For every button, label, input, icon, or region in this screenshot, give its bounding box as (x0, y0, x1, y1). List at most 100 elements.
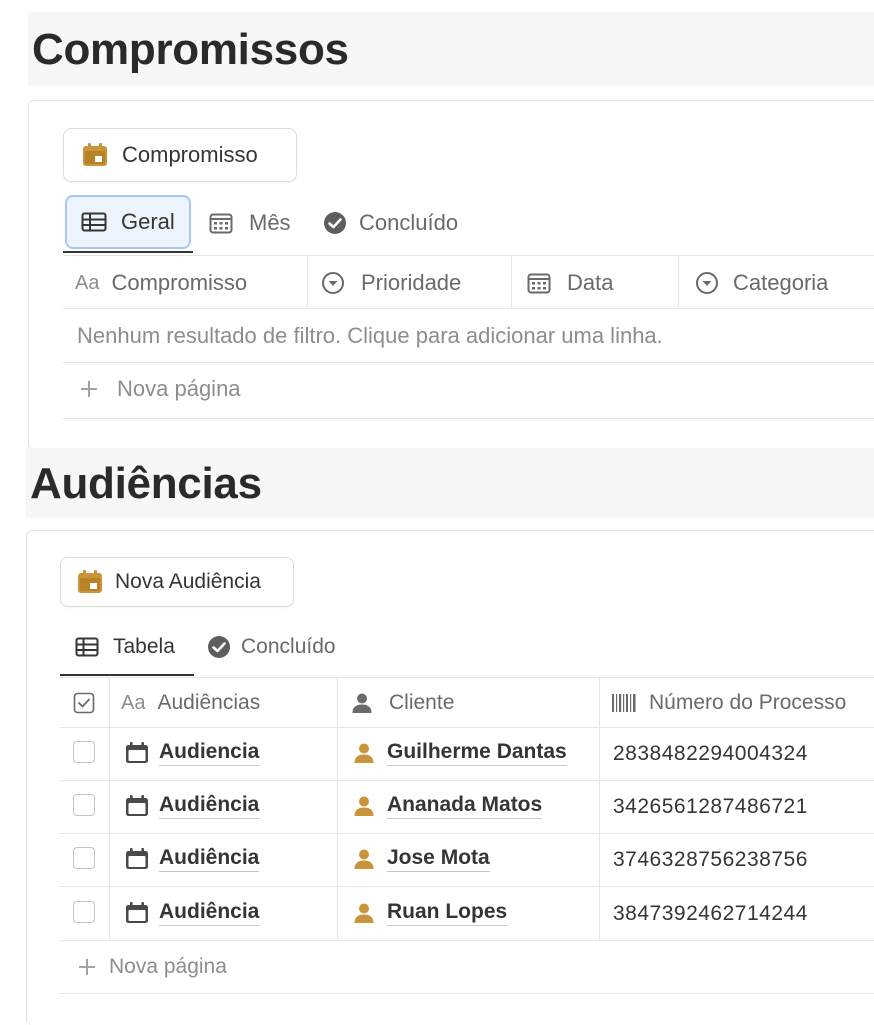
tab-concluido[interactable]: Concluído (207, 627, 336, 667)
tab-mes[interactable]: Mês (209, 201, 291, 245)
table-icon (81, 212, 107, 232)
row-checkbox[interactable] (73, 794, 95, 816)
column-header-data[interactable]: Data (527, 257, 613, 309)
new-compromisso-label: Compromisso (122, 142, 258, 167)
header-bottom-border (60, 727, 874, 728)
column-header-label: Categoria (733, 270, 829, 295)
table-row-title[interactable]: Audiência (125, 900, 260, 926)
table-top-border (60, 677, 874, 678)
column-divider (109, 678, 110, 940)
tab-mes-label: Mês (249, 210, 291, 235)
empty-filter-message[interactable]: Nenhum resultado de filtro. Clique para … (77, 323, 663, 349)
tab-concluido-label: Concluído (359, 210, 459, 235)
row-title-link: Audiencia (159, 740, 260, 766)
compromissos-database: Compromisso Geral Mês Concluído Aa Compr… (28, 100, 874, 450)
audiencias-heading-band: Audiências (26, 448, 874, 518)
column-header-numero-processo[interactable]: Número do Processo (611, 679, 846, 727)
column-header-cliente[interactable]: Cliente (351, 679, 454, 727)
row-border (60, 833, 874, 834)
audiencias-page-title: Audiências (30, 459, 262, 508)
column-header-audiencias[interactable]: Aa Audiências (121, 679, 260, 727)
new-audiencia-button[interactable]: Nova Audiência (60, 557, 294, 607)
person-icon (353, 902, 375, 924)
row-border (60, 940, 874, 941)
row-cliente[interactable]: Ruan Lopes (353, 900, 508, 926)
table-bottom-border (63, 418, 874, 419)
new-page-button[interactable]: Nova página (77, 955, 227, 979)
row-numero-processo: 3746328756238756 (613, 848, 808, 871)
new-compromisso-button[interactable]: Compromisso (63, 128, 297, 182)
table-top-border (63, 255, 874, 256)
row-numero-processo: 2838482294004324 (613, 742, 808, 765)
column-header-categoria[interactable]: Categoria (695, 257, 828, 309)
column-header-label: Data (567, 270, 614, 295)
barcode-icon (611, 693, 637, 713)
tab-tabela[interactable]: Tabela (75, 627, 175, 667)
check-circle-icon (323, 211, 347, 235)
row-title-link: Audiência (159, 793, 260, 819)
calendar-icon (77, 570, 103, 594)
calendar-icon (125, 902, 149, 924)
person-icon (351, 692, 373, 714)
column-divider (511, 256, 512, 308)
plus-icon (79, 379, 99, 399)
compromissos-heading-band: Compromissos (28, 12, 874, 86)
table-bottom-border (60, 993, 874, 994)
person-icon (353, 742, 375, 764)
active-tab-underline (63, 251, 193, 253)
check-circle-icon (207, 635, 231, 659)
tab-geral[interactable]: Geral (65, 195, 191, 249)
column-divider (599, 678, 600, 940)
new-page-label: Nova página (109, 955, 227, 978)
text-property-icon: Aa (75, 271, 100, 294)
select-property-icon (321, 271, 345, 295)
row-numero-processo: 3847392462714244 (613, 902, 808, 925)
column-header-compromisso[interactable]: Aa Compromisso (75, 257, 247, 309)
active-tab-underline (60, 674, 194, 676)
row-cliente[interactable]: Jose Mota (353, 846, 490, 872)
row-border (60, 780, 874, 781)
calendar-icon (125, 795, 149, 817)
table-row-title[interactable]: Audiência (125, 793, 260, 819)
tab-concluido-label: Concluído (241, 635, 336, 658)
table-row-title[interactable]: Audiencia (125, 740, 260, 766)
table-row-title[interactable]: Audiência (125, 846, 260, 872)
plus-icon (77, 957, 97, 977)
row-checkbox[interactable] (73, 901, 95, 923)
column-header-prioridade[interactable]: Prioridade (321, 257, 461, 309)
table-icon (75, 637, 99, 657)
column-header-label: Número do Processo (649, 691, 847, 714)
tab-concluido[interactable]: Concluído (323, 201, 458, 245)
row-cliente-link: Ananada Matos (387, 793, 543, 819)
person-icon (353, 795, 375, 817)
calendar-grid-icon (209, 212, 233, 234)
person-icon (353, 848, 375, 870)
calendar-icon (82, 143, 108, 167)
select-property-icon (695, 271, 719, 295)
row-cliente-link: Ruan Lopes (387, 900, 508, 926)
row-checkbox[interactable] (73, 847, 95, 869)
select-all-checkbox-icon[interactable] (73, 692, 95, 714)
tab-tabela-label: Tabela (113, 635, 175, 658)
tab-geral-label: Geral (121, 209, 175, 234)
audiencias-database: Nova Audiência Tabela Concluído Aa Audiê… (26, 530, 874, 1025)
row-numero-processo: 3426561287486721 (613, 795, 808, 818)
text-property-icon: Aa (121, 691, 146, 714)
compromissos-page-title: Compromissos (32, 25, 349, 74)
row-cliente-link: Jose Mota (387, 846, 490, 872)
row-cliente[interactable]: Ananada Matos (353, 793, 543, 819)
date-property-icon (527, 272, 551, 294)
column-header-label: Prioridade (361, 270, 462, 295)
column-header-label: Audiências (157, 691, 261, 714)
new-page-button[interactable]: Nova página (79, 376, 241, 402)
row-title-link: Audiência (159, 846, 260, 872)
calendar-icon (125, 848, 149, 870)
column-divider (307, 256, 308, 308)
row-checkbox[interactable] (73, 741, 95, 763)
row-cliente[interactable]: Guilherme Dantas (353, 740, 567, 766)
column-header-label: Cliente (389, 691, 455, 714)
row-cliente-link: Guilherme Dantas (387, 740, 567, 766)
row-title-link: Audiência (159, 900, 260, 926)
new-page-label: Nova página (117, 376, 241, 401)
new-audiencia-label: Nova Audiência (115, 570, 261, 593)
